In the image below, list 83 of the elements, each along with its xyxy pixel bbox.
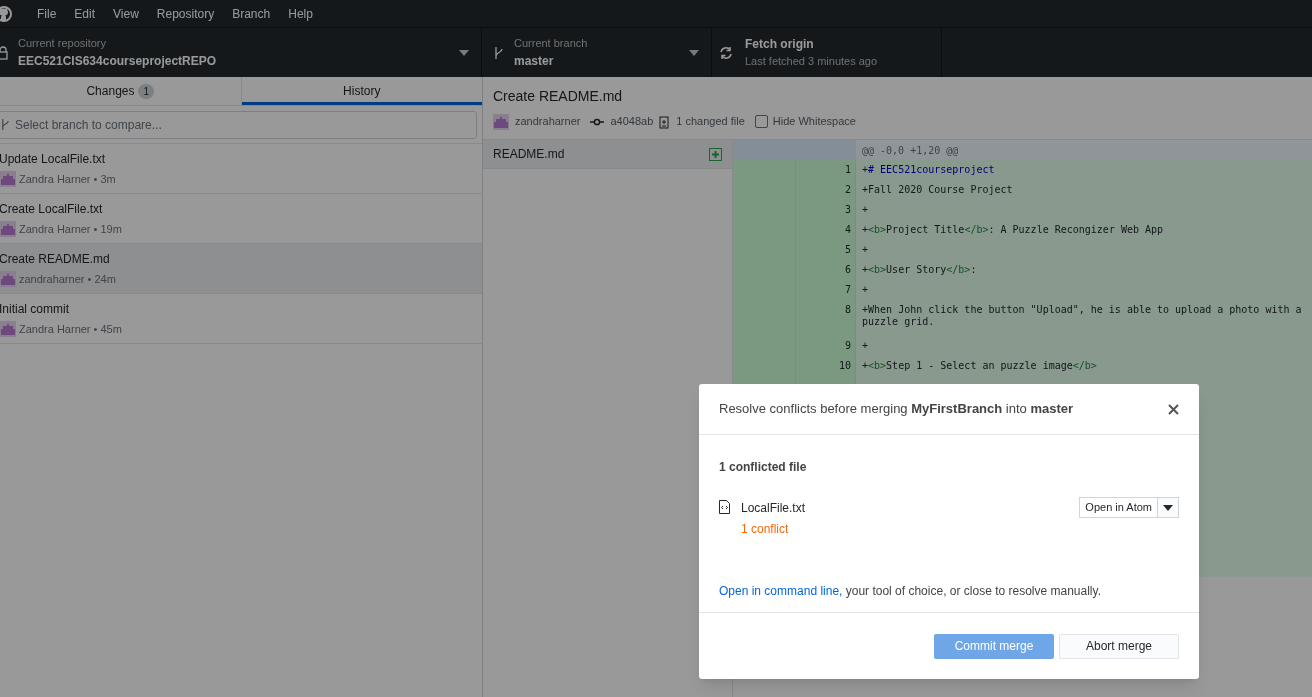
diff-file-icon (659, 114, 671, 129)
toolbar-label: Current branch (514, 36, 589, 52)
line-number: 3 (844, 204, 851, 217)
commit-title: Update LocalFile.txt (0, 150, 107, 168)
commit-meta: Zandra Harner • 45m (19, 321, 122, 337)
commit-item[interactable]: Create README.md zandraharner • 24m (0, 244, 482, 294)
code-line: +# EEC521courseproject (862, 164, 995, 175)
code-file-icon (719, 500, 730, 514)
avatar-icon (0, 271, 16, 287)
commit-title: Create LocalFile.txt (0, 200, 104, 218)
line-number: 6 (844, 264, 851, 277)
avatar-icon (0, 171, 16, 187)
added-icon (709, 147, 722, 161)
code-line: +<b>User Story</b>: (862, 264, 977, 275)
changed-files: 1 changed file (676, 114, 745, 130)
menu-item[interactable]: File (28, 4, 66, 23)
avatar-icon (493, 113, 509, 130)
branch-filter-field[interactable]: Select branch to compare... (0, 110, 477, 139)
code-line: +When John click the button "Upload", he is able to upload a photo with a puzzle grid. (862, 304, 1302, 328)
commit-meta: Zandra Harner • 19m (19, 221, 122, 237)
line-number: 4 (844, 224, 851, 237)
hint-text: Open in command line, your tool of choice, or close to resolve manually. (719, 584, 1101, 598)
menu-item[interactable]: Help (279, 4, 322, 23)
lock-icon (0, 45, 8, 60)
checkbox[interactable] (754, 115, 768, 128)
code-line: +<b>Project Title</b>: A Puzzle Recongizer Web App (862, 224, 1164, 235)
code-line: + (862, 340, 870, 352)
caret-icon (1163, 504, 1173, 511)
commit-heading: Create README.md (493, 87, 624, 107)
caret-icon (459, 49, 469, 56)
commit-title: Create README.md (0, 250, 111, 268)
branch-icon (494, 45, 504, 60)
count-badge: 1 (138, 83, 155, 99)
line-number: 10 (838, 360, 851, 373)
commit-title: Initial commit (0, 300, 70, 318)
tab[interactable]: Changes 1 (0, 77, 242, 105)
repository-selector[interactable]: Current repository EEC521CIS634courseprojectREPO (0, 28, 482, 77)
code-line: +Fall 2020 Course Project (862, 184, 1014, 196)
branch-selector[interactable]: Current branch master (482, 28, 712, 77)
abort-merge-button[interactable]: Abort merge (1059, 633, 1179, 659)
commit-icon (590, 117, 605, 126)
repository-name: EEC521CIS634courseprojectREPO (18, 52, 218, 70)
open-in-editor-button[interactable]: Open in Atom (1079, 497, 1158, 518)
dialog-title: Resolve conflicts before merging MyFirstBranch into master (719, 400, 1074, 419)
line-number: 1 (844, 164, 851, 177)
toolbar-label: Current repository (18, 36, 108, 52)
code-line: +<b>Step 1 - Select an puzzle image</b> (862, 360, 1097, 371)
code-line: + (862, 244, 870, 256)
checkbox-label: Hide Whitespace (772, 114, 856, 130)
changed-file-item[interactable]: README.md (483, 140, 732, 169)
fetch-title: Fetch origin (745, 36, 815, 54)
dropdown-button[interactable] (1158, 497, 1179, 518)
conflict-count: 1 conflicted file (719, 459, 808, 476)
commit-sha: a4048ab (610, 114, 654, 130)
code-line: + (862, 284, 870, 296)
line-number: 8 (844, 304, 851, 317)
commit-meta: Zandra Harner • 3m (19, 171, 116, 187)
github-logo-icon (0, 5, 12, 22)
menu-item[interactable]: Branch (223, 4, 280, 23)
line-number: 2 (844, 184, 851, 197)
tab[interactable]: History (241, 77, 482, 105)
avatar-icon (0, 221, 16, 237)
branch-icon (1, 118, 10, 131)
file-name: LocalFile.txt (741, 500, 807, 517)
code-line: + (862, 204, 870, 216)
line-number: 9 (844, 340, 851, 353)
branch-name: master (514, 52, 555, 70)
conflict-status: 1 conflict (741, 521, 790, 538)
menu-item[interactable]: Repository (147, 4, 224, 23)
line-number: 7 (844, 284, 851, 297)
commit-meta: zandraharner • 24m (19, 271, 116, 287)
hunk-header: @@ -0,0 +1,20 @@ (861, 143, 960, 158)
close-icon[interactable] (1168, 403, 1179, 415)
fetch-status: Last fetched 3 minutes ago (745, 54, 878, 70)
fetch-button[interactable]: Fetch origin Last fetched 3 minutes ago (712, 28, 942, 77)
avatar-icon (0, 321, 16, 337)
menu-item[interactable]: View (104, 4, 148, 23)
menu-item[interactable]: Edit (65, 4, 105, 23)
author-name: zandraharner (515, 114, 581, 130)
line-number: 5 (844, 244, 851, 257)
sync-icon (719, 45, 733, 60)
caret-icon (689, 49, 699, 56)
command-line-link[interactable]: Open in command line, (719, 584, 843, 598)
